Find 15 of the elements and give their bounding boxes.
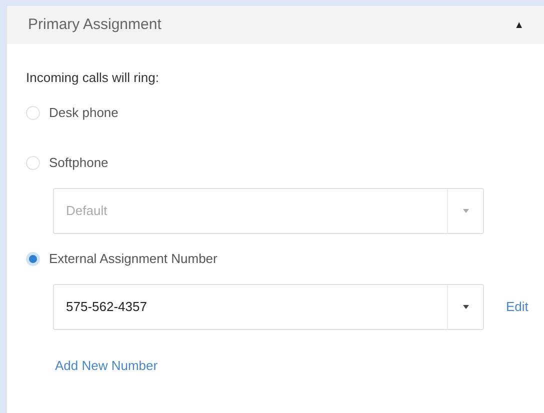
- radio-button[interactable]: [26, 156, 40, 170]
- add-number-link[interactable]: Add New Number: [55, 356, 158, 376]
- prompt-text: Incoming calls will ring:: [26, 69, 160, 87]
- option-label[interactable]: Softphone: [49, 153, 108, 173]
- radio-button[interactable]: [26, 252, 40, 266]
- radio-button[interactable]: [26, 106, 40, 120]
- caret-icon: [462, 209, 468, 213]
- edit-link[interactable]: Edit: [506, 297, 528, 317]
- panel-header[interactable]: Primary Assignment ▲: [7, 6, 544, 44]
- collapse-icon[interactable]: ▲: [514, 18, 524, 32]
- caret-icon: [462, 305, 468, 309]
- dropdown-field[interactable]: 575-562-4357: [53, 284, 484, 330]
- option-label[interactable]: External Assignment Number: [49, 249, 218, 269]
- panel-title: Primary Assignment: [28, 14, 162, 35]
- option-label[interactable]: Desk phone: [49, 103, 118, 123]
